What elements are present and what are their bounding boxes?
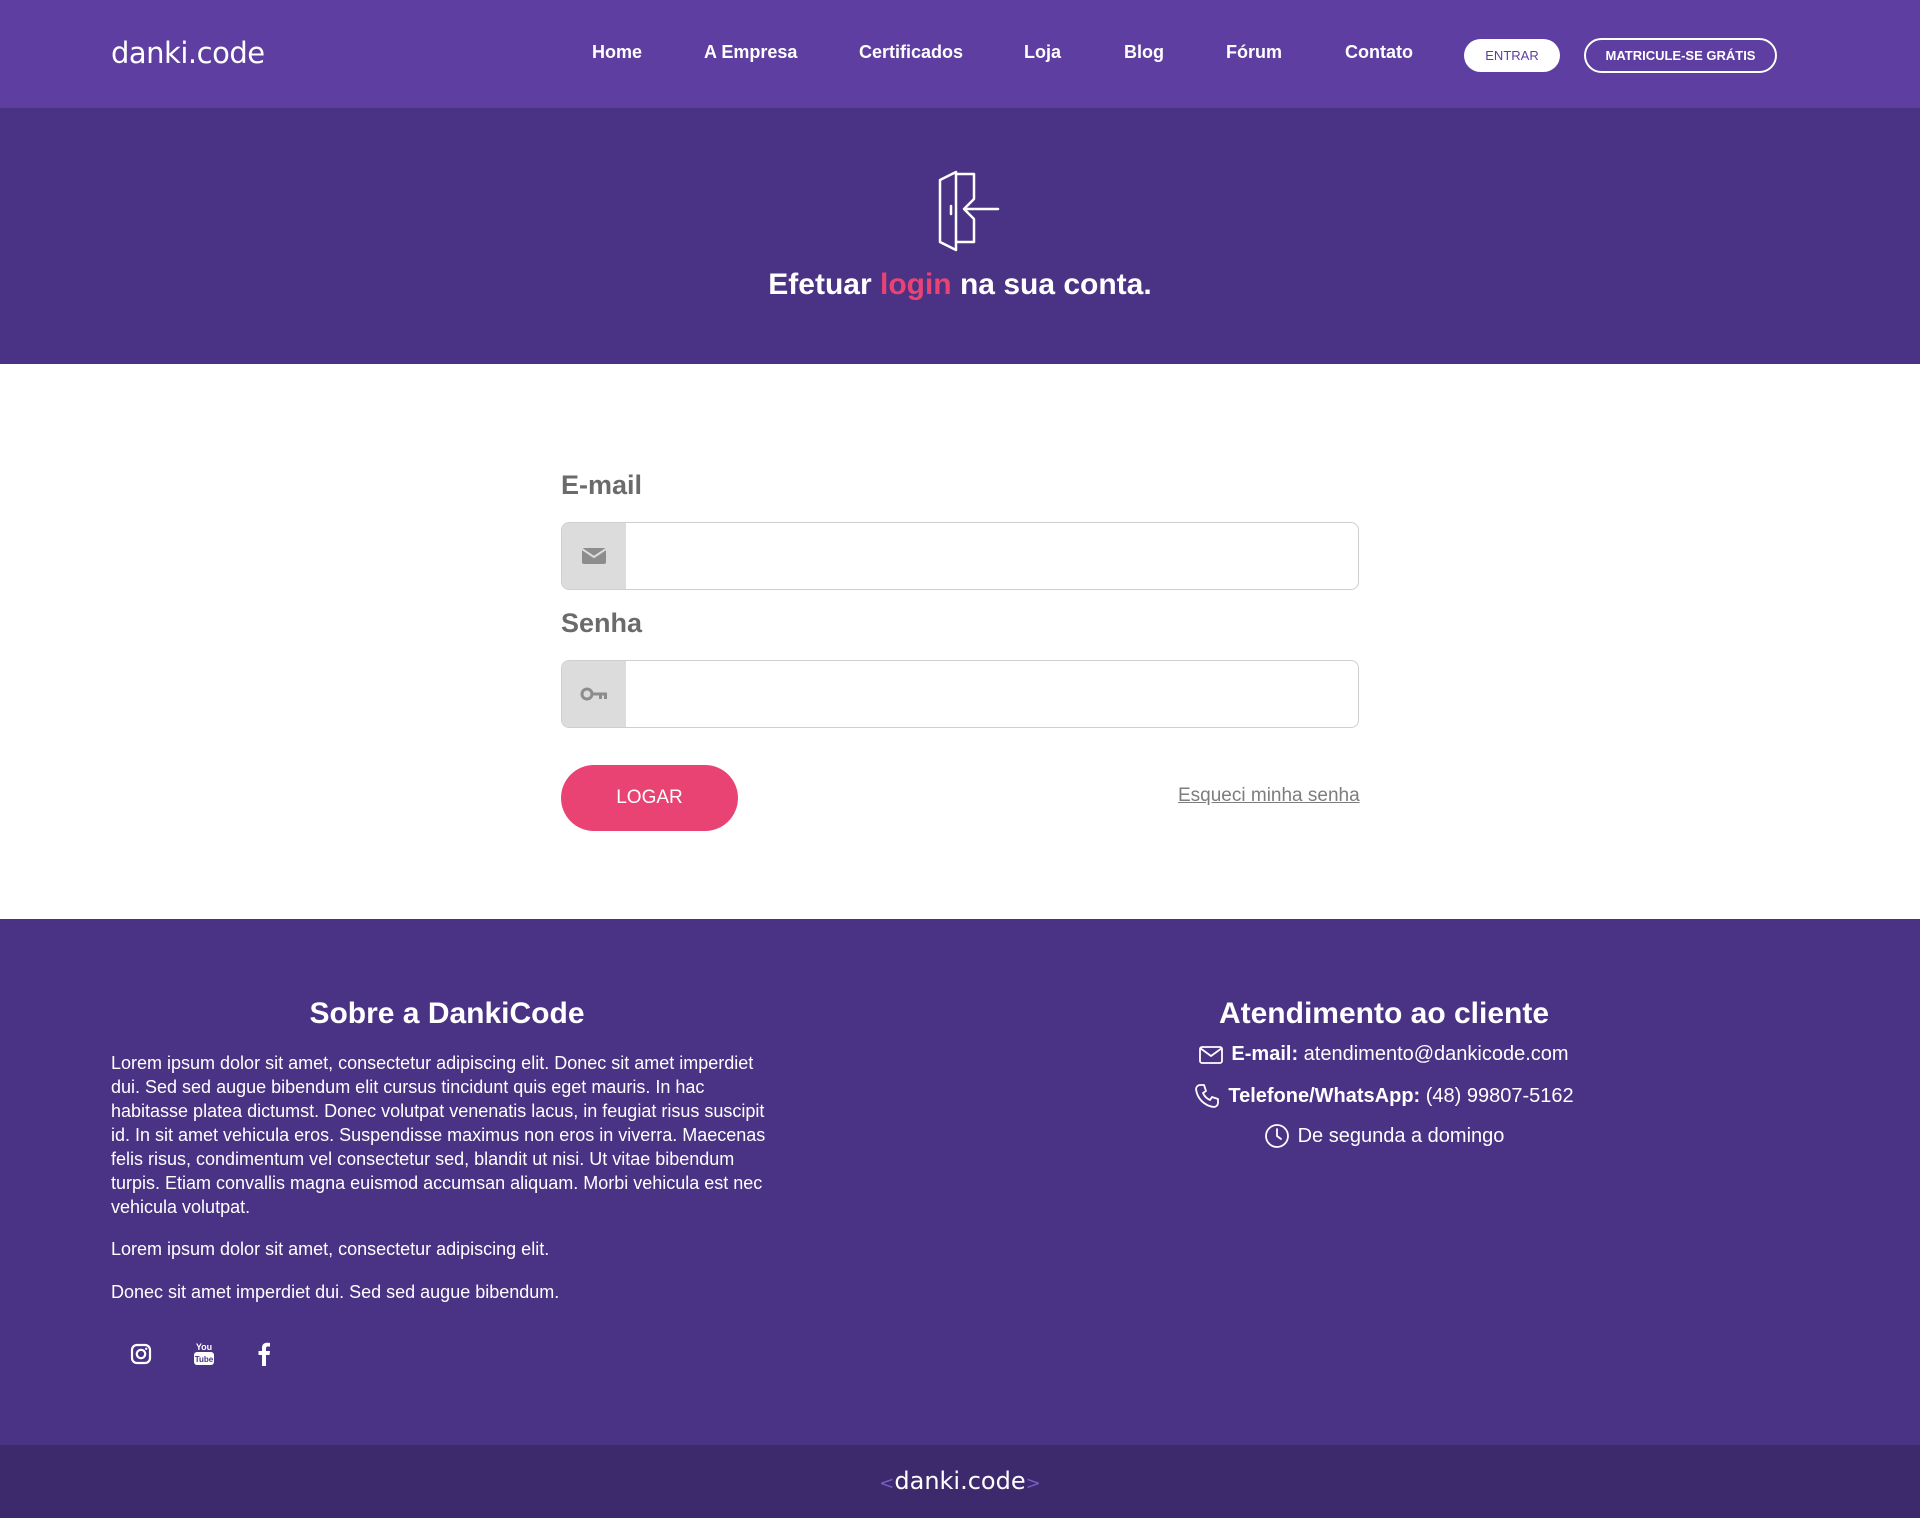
email-input-group [561,522,1359,590]
login-hero: Efetuar login na sua conta. [0,108,1920,364]
bottom-logo: <danki.code> [0,1467,1920,1495]
contact-email-label: E-mail: [1231,1043,1299,1065]
about-title: Sobre a DankiCode [309,997,585,1030]
about-paragraph-3: Donec sit amet imperdiet dui. Sed sed au… [111,1282,560,1302]
nav-certificados[interactable]: Certificados [859,42,963,63]
password-label: Senha [561,608,643,638]
nav-contato[interactable]: Contato [1345,42,1413,63]
instagram-icon[interactable] [126,1339,156,1369]
password-input-group [561,660,1359,728]
nav-home[interactable]: Home [592,42,642,63]
title-highlight: login [879,268,952,301]
nav-a-empresa[interactable]: A Empresa [704,42,797,63]
contact-hours-row: De segunda a domingo [625,1123,1920,1149]
key-icon [562,661,626,727]
contact-phone-value[interactable]: (48) 99807-5162 [1426,1085,1574,1107]
door-login-icon [938,170,1000,252]
entrar-button[interactable]: ENTRAR [1464,39,1560,72]
youtube-icon[interactable]: You Tube [189,1339,219,1369]
top-navigation-bar: danki.code Home A Empresa Certificados L… [0,0,1920,108]
contact-phone-row: Telefone/WhatsApp: (48) 99807-5162 [625,1083,1920,1109]
bracket-left-icon: < [879,1473,895,1494]
clock-icon [1264,1124,1289,1148]
contact-email-value[interactable]: atendimento@dankicode.com [1304,1043,1569,1065]
password-field[interactable] [626,661,1358,727]
page-title: Efetuar login na sua conta. [0,268,1920,302]
envelope-icon [562,523,626,589]
nav-forum[interactable]: Fórum [1226,42,1282,63]
email-field[interactable] [626,523,1358,589]
support-title: Atendimento ao cliente [1218,997,1550,1030]
nav-loja[interactable]: Loja [1024,42,1061,63]
bottom-bar: <danki.code> [0,1445,1920,1518]
contact-email-row: E-mail: atendimento@dankicode.com [625,1043,1920,1066]
facebook-icon[interactable] [249,1339,279,1369]
contact-phone-label: Telefone/WhatsApp: [1228,1084,1421,1107]
svg-text:Tube: Tube [195,1355,214,1364]
title-pre: Efetuar [768,268,880,301]
contact-hours: De segunda a domingo [1297,1124,1505,1147]
email-label: E-mail [561,470,643,500]
svg-text:You: You [196,1342,212,1352]
nav-blog[interactable]: Blog [1124,42,1164,63]
matricule-button[interactable]: MATRICULE-SE GRÁTIS [1584,38,1777,73]
phone-icon [1195,1084,1220,1108]
about-paragraph-2: Lorem ipsum dolor sit amet, consectetur … [111,1239,550,1259]
logar-button[interactable]: LOGAR [561,765,738,831]
forgot-password-link[interactable]: Esqueci minha senha [1178,785,1360,807]
bracket-right-icon: > [1025,1473,1041,1494]
title-post: na sua conta. [951,268,1152,301]
bottom-logo-text: danki.code [894,1467,1026,1495]
envelope-outline-icon [1199,1045,1224,1064]
footer: Sobre a DankiCode Lorem ipsum dolor sit … [0,919,1920,1445]
